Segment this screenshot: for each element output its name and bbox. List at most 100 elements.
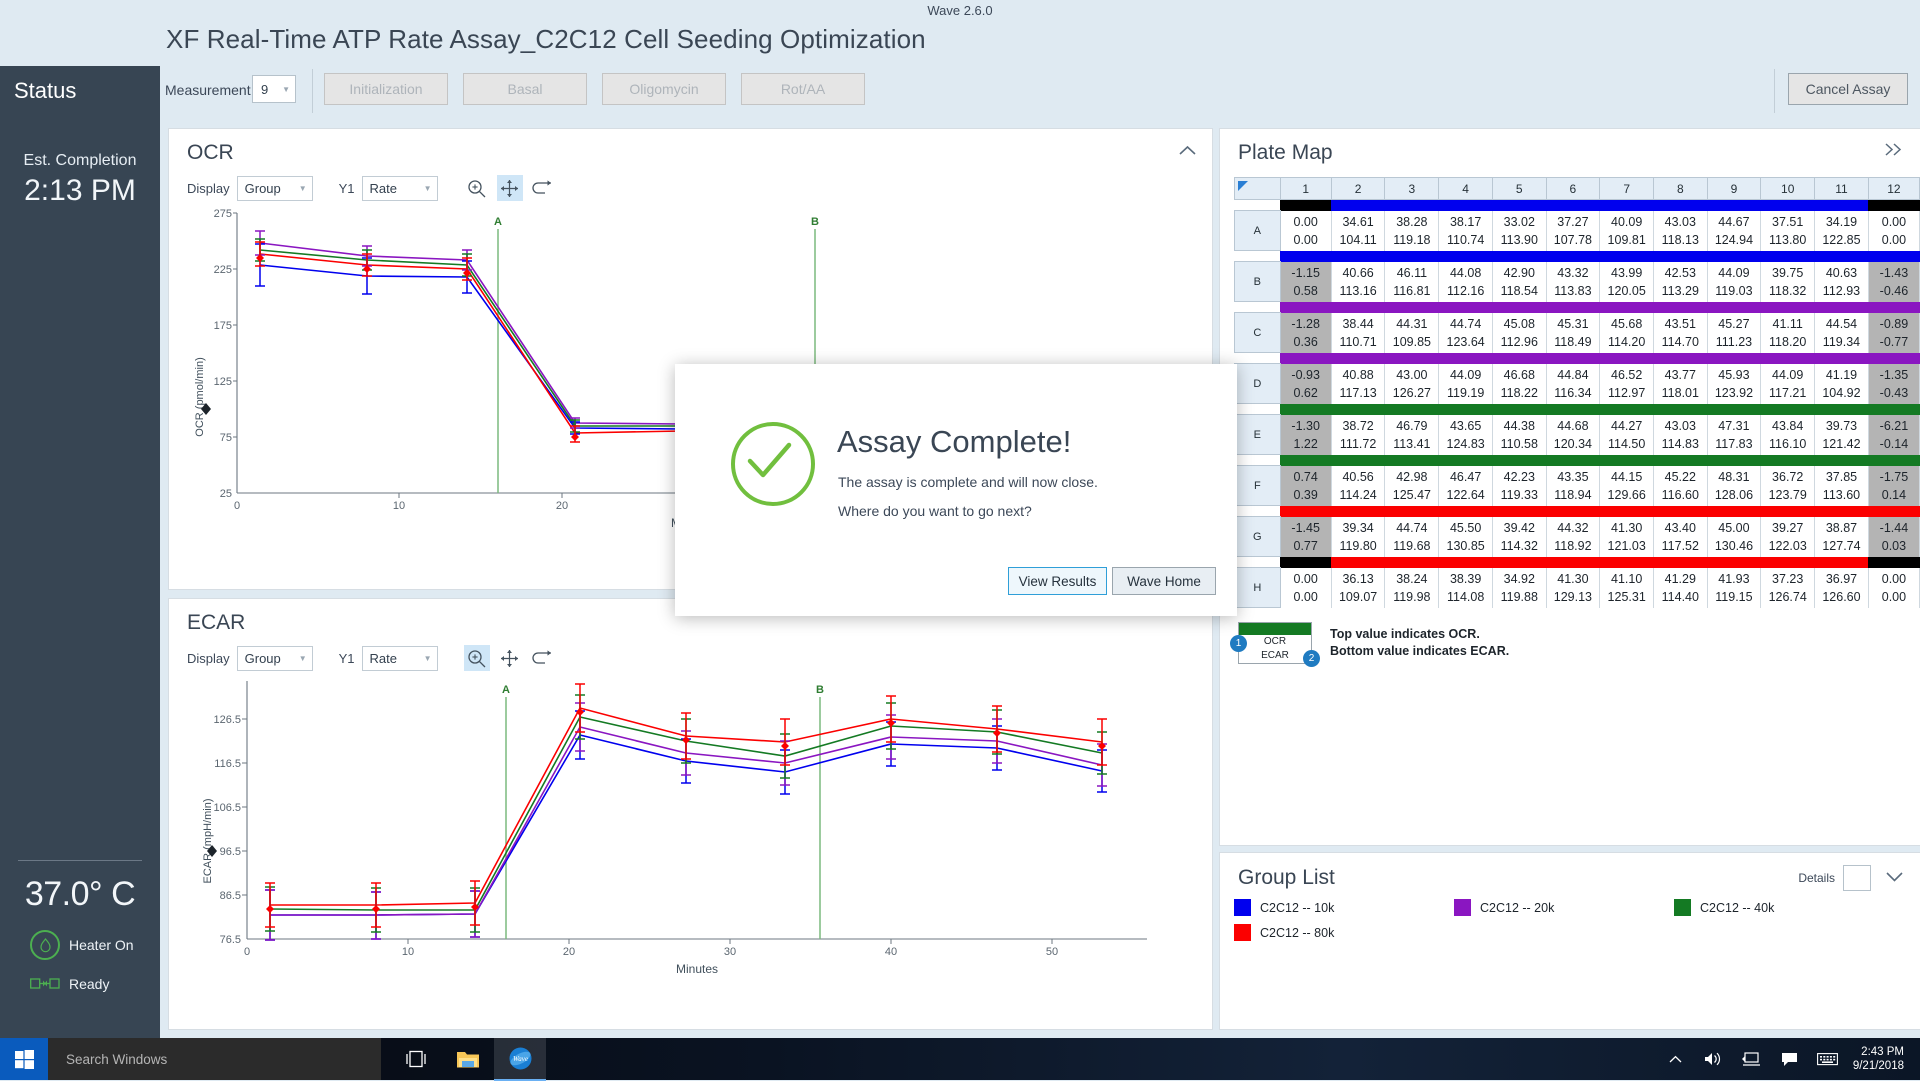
well-cell[interactable]: 41.10 125.31 bbox=[1599, 567, 1655, 608]
phase-button-initialization[interactable]: Initialization bbox=[324, 73, 448, 105]
well-cell[interactable]: 46.11 116.81 bbox=[1384, 261, 1440, 302]
row-header[interactable]: B bbox=[1234, 261, 1281, 302]
well-cell[interactable]: 38.44 110.71 bbox=[1330, 312, 1386, 353]
chevrons-right-icon[interactable] bbox=[1884, 143, 1904, 161]
search-input[interactable]: Search Windows bbox=[48, 1038, 381, 1080]
well-cell[interactable]: 45.68 114.20 bbox=[1599, 312, 1655, 353]
well-cell[interactable]: 44.68 120.34 bbox=[1545, 414, 1601, 455]
action-center-icon[interactable] bbox=[1771, 1038, 1809, 1080]
well-cell[interactable]: 33.02 113.90 bbox=[1492, 210, 1547, 251]
row-header[interactable]: H bbox=[1234, 567, 1281, 608]
well-cell[interactable]: 40.88 117.13 bbox=[1330, 363, 1386, 404]
well-cell[interactable]: 48.31 128.06 bbox=[1706, 465, 1762, 506]
well-cell[interactable]: 44.09 119.03 bbox=[1706, 261, 1762, 302]
well-cell[interactable]: 37.27 107.78 bbox=[1545, 210, 1601, 251]
row-header[interactable]: G bbox=[1234, 516, 1281, 557]
column-header[interactable]: 1 bbox=[1279, 177, 1332, 200]
well-cell[interactable]: -1.43 -0.46 bbox=[1867, 261, 1920, 302]
well-cell[interactable]: 45.22 116.60 bbox=[1653, 465, 1708, 506]
well-cell[interactable]: 43.03 114.83 bbox=[1653, 414, 1708, 455]
well-cell[interactable]: -0.89 -0.77 bbox=[1867, 312, 1920, 353]
ecar-chart[interactable]: 126.5 116.5 106.5 96.5 86.5 76.5 ECAR (m… bbox=[187, 671, 1187, 991]
keyboard-icon[interactable] bbox=[1809, 1038, 1847, 1080]
well-cell[interactable]: 40.09 109.81 bbox=[1599, 210, 1655, 251]
well-cell[interactable]: -1.45 0.77 bbox=[1279, 516, 1332, 557]
group-list-item[interactable]: C2C12 -- 10k bbox=[1234, 899, 1454, 916]
file-explorer-icon[interactable] bbox=[442, 1038, 494, 1080]
column-header[interactable]: 4 bbox=[1438, 177, 1494, 200]
group-list-item[interactable]: C2C12 -- 80k bbox=[1234, 924, 1454, 941]
column-header[interactable]: 5 bbox=[1492, 177, 1547, 200]
well-cell[interactable]: 43.51 114.70 bbox=[1653, 312, 1708, 353]
plate-map-grid[interactable]: 1 2 3 4 5 6 7 8 9 10 11 12 A 0.00 0.00 34.6… bbox=[1234, 177, 1920, 608]
column-header[interactable]: 2 bbox=[1330, 177, 1386, 200]
well-cell[interactable]: 0.74 0.39 bbox=[1279, 465, 1332, 506]
column-header[interactable]: 12 bbox=[1867, 177, 1920, 200]
phase-button-basal[interactable]: Basal bbox=[463, 73, 587, 105]
well-cell[interactable]: 43.32 113.83 bbox=[1545, 261, 1601, 302]
ocr-y1-select[interactable]: Rate ▼ bbox=[361, 175, 438, 201]
volume-icon[interactable] bbox=[1695, 1038, 1733, 1080]
view-results-button[interactable]: View Results bbox=[1008, 567, 1107, 595]
well-cell[interactable]: 38.28 119.18 bbox=[1384, 210, 1440, 251]
ecar-y1-select[interactable]: Rate ▼ bbox=[361, 645, 438, 671]
row-header[interactable]: D bbox=[1234, 363, 1281, 404]
well-cell[interactable]: 44.74 123.64 bbox=[1438, 312, 1494, 353]
well-cell[interactable]: 45.08 112.96 bbox=[1492, 312, 1547, 353]
well-cell[interactable]: 37.51 113.80 bbox=[1760, 210, 1816, 251]
column-header[interactable]: 7 bbox=[1599, 177, 1655, 200]
group-list-item[interactable]: C2C12 -- 20k bbox=[1454, 899, 1674, 916]
show-hidden-icons-icon[interactable] bbox=[1657, 1038, 1695, 1080]
select-all-corner[interactable] bbox=[1234, 177, 1281, 200]
taskbar-clock[interactable]: 2:43 PM 9/21/2018 bbox=[1847, 1045, 1920, 1073]
row-header[interactable]: E bbox=[1234, 414, 1281, 455]
measurement-select[interactable]: 9 ▼ bbox=[252, 75, 296, 103]
well-cell[interactable]: -1.35 -0.43 bbox=[1867, 363, 1920, 404]
well-cell[interactable]: 44.54 119.34 bbox=[1814, 312, 1869, 353]
reset-icon[interactable] bbox=[530, 175, 556, 201]
well-cell[interactable]: 43.77 118.01 bbox=[1653, 363, 1708, 404]
well-cell[interactable]: -1.30 1.22 bbox=[1279, 414, 1332, 455]
well-cell[interactable]: 44.31 109.85 bbox=[1384, 312, 1440, 353]
well-cell[interactable]: -1.15 0.58 bbox=[1279, 261, 1332, 302]
well-cell[interactable]: 39.42 114.32 bbox=[1492, 516, 1547, 557]
well-cell[interactable]: -0.93 0.62 bbox=[1279, 363, 1332, 404]
well-cell[interactable]: 40.66 113.16 bbox=[1330, 261, 1386, 302]
well-cell[interactable]: 37.85 113.60 bbox=[1814, 465, 1869, 506]
network-icon[interactable] bbox=[1733, 1038, 1771, 1080]
well-cell[interactable]: 39.27 122.03 bbox=[1760, 516, 1816, 557]
well-cell[interactable]: 37.23 126.74 bbox=[1760, 567, 1816, 608]
well-cell[interactable]: 44.27 114.50 bbox=[1599, 414, 1655, 455]
well-cell[interactable]: 44.08 112.16 bbox=[1438, 261, 1494, 302]
well-cell[interactable]: 34.92 119.88 bbox=[1492, 567, 1547, 608]
well-cell[interactable]: 0.00 0.00 bbox=[1867, 210, 1920, 251]
column-header[interactable]: 11 bbox=[1814, 177, 1869, 200]
well-cell[interactable]: 39.75 118.32 bbox=[1760, 261, 1816, 302]
chevron-down-icon[interactable] bbox=[1885, 870, 1904, 887]
windows-logo-icon[interactable] bbox=[0, 1038, 48, 1080]
well-cell[interactable]: 43.40 117.52 bbox=[1653, 516, 1708, 557]
cancel-assay-button[interactable]: Cancel Assay bbox=[1788, 73, 1908, 105]
well-cell[interactable]: 46.68 118.22 bbox=[1492, 363, 1547, 404]
well-cell[interactable]: 36.97 126.60 bbox=[1814, 567, 1869, 608]
zoom-icon[interactable] bbox=[464, 175, 490, 201]
column-header[interactable]: 3 bbox=[1384, 177, 1440, 200]
well-cell[interactable]: 45.31 118.49 bbox=[1545, 312, 1601, 353]
well-cell[interactable]: 42.98 125.47 bbox=[1384, 465, 1440, 506]
reset-icon[interactable] bbox=[530, 645, 556, 671]
phase-button-oligomycin[interactable]: Oligomycin bbox=[602, 73, 726, 105]
well-cell[interactable]: 41.93 119.15 bbox=[1706, 567, 1762, 608]
well-cell[interactable]: 47.31 117.83 bbox=[1706, 414, 1762, 455]
well-cell[interactable]: -1.75 0.14 bbox=[1867, 465, 1920, 506]
well-cell[interactable]: 36.13 109.07 bbox=[1330, 567, 1386, 608]
well-cell[interactable]: 43.99 120.05 bbox=[1599, 261, 1655, 302]
well-cell[interactable]: 41.30 121.03 bbox=[1599, 516, 1655, 557]
well-cell[interactable]: 38.72 111.72 bbox=[1330, 414, 1386, 455]
well-cell[interactable]: 41.29 114.40 bbox=[1653, 567, 1708, 608]
well-cell[interactable]: 38.39 114.08 bbox=[1438, 567, 1494, 608]
well-cell[interactable]: 46.47 122.64 bbox=[1438, 465, 1494, 506]
well-cell[interactable]: 41.11 118.20 bbox=[1760, 312, 1816, 353]
row-header[interactable]: A bbox=[1234, 210, 1281, 251]
task-view-icon[interactable] bbox=[390, 1038, 442, 1080]
phase-button-rotaa[interactable]: Rot/AA bbox=[741, 73, 865, 105]
